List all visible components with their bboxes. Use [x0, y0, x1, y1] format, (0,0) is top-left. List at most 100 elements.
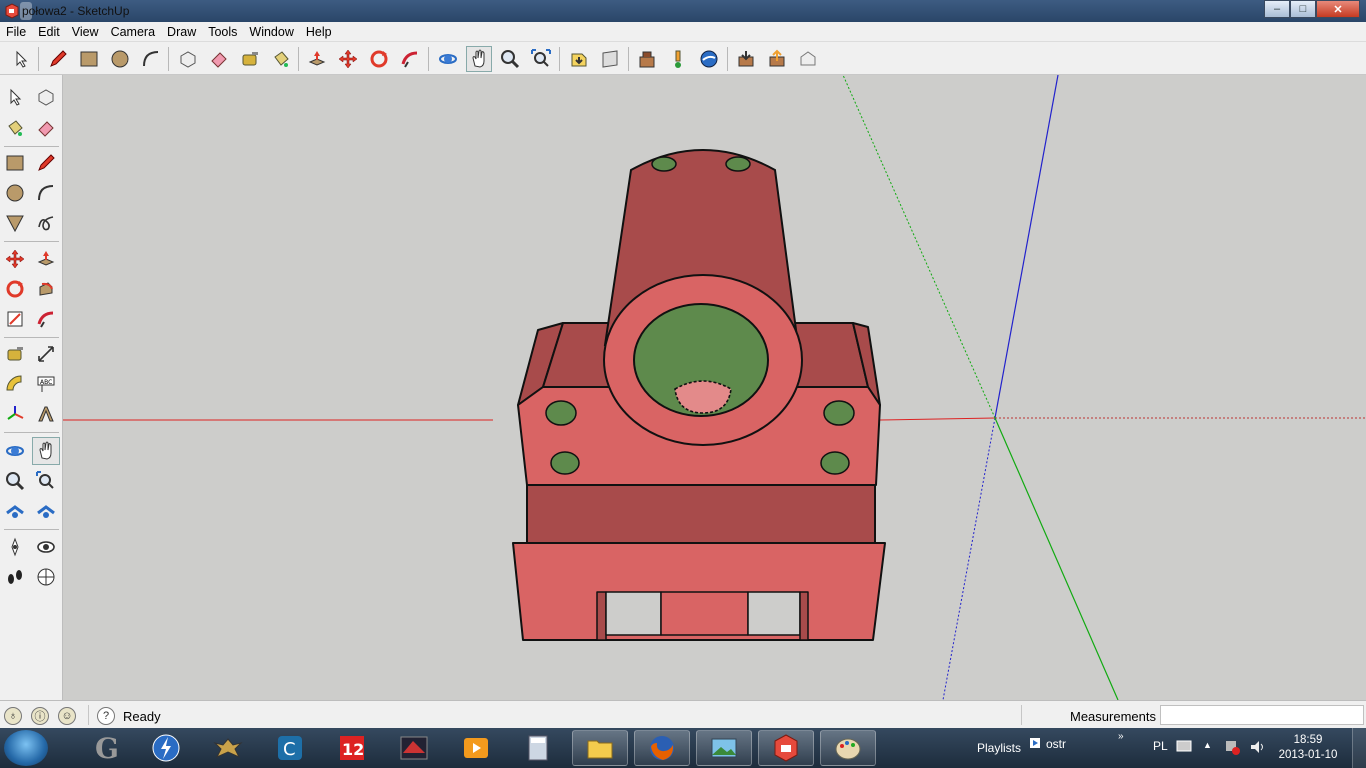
eraser-icon[interactable] — [32, 114, 60, 142]
components-icon[interactable] — [634, 46, 660, 72]
playlists-label[interactable]: Playlists — [977, 741, 1021, 755]
circle-icon[interactable] — [1, 179, 29, 207]
maximize-button[interactable]: □ — [1290, 0, 1316, 18]
menu-window[interactable]: Window — [243, 25, 299, 39]
select-icon[interactable] — [8, 46, 34, 72]
media-player-icon[interactable] — [448, 730, 504, 766]
keyboard-icon[interactable] — [1176, 740, 1192, 752]
move-icon[interactable] — [1, 245, 29, 273]
language-indicator[interactable]: PL — [1153, 739, 1168, 753]
polygon-icon[interactable] — [1, 209, 29, 237]
orbit-icon[interactable] — [1, 437, 29, 465]
winamp-icon[interactable] — [138, 730, 194, 766]
select-icon[interactable] — [1, 83, 29, 111]
rotate-icon[interactable] — [1, 275, 29, 303]
protractor-icon[interactable] — [1, 370, 29, 398]
menu-edit[interactable]: Edit — [32, 25, 66, 39]
zoom-icon[interactable] — [1, 467, 29, 495]
minimize-button[interactable]: – — [1264, 0, 1290, 18]
zoom-window-icon[interactable] — [32, 467, 60, 495]
push-pull-icon[interactable] — [32, 245, 60, 273]
scale-icon[interactable] — [1, 305, 29, 333]
volume-icon[interactable] — [1249, 739, 1265, 755]
rotate-icon[interactable] — [366, 46, 392, 72]
freehand-icon[interactable] — [32, 209, 60, 237]
paint-bucket-icon[interactable] — [1, 114, 29, 142]
ccleaner-icon[interactable]: C — [262, 730, 318, 766]
move-icon[interactable] — [335, 46, 361, 72]
push-pull-icon[interactable] — [304, 46, 330, 72]
start-button[interactable] — [4, 730, 48, 766]
arc-icon[interactable] — [32, 179, 60, 207]
game-icon[interactable] — [386, 730, 442, 766]
expand-icon[interactable]: » — [1118, 731, 1124, 742]
sketchup-icon[interactable] — [758, 730, 814, 766]
make-component-icon[interactable] — [175, 46, 201, 72]
next-view-icon[interactable] — [597, 46, 623, 72]
get-models-icon[interactable] — [733, 46, 759, 72]
eraser-icon[interactable] — [206, 46, 232, 72]
witcher-icon[interactable] — [200, 730, 256, 766]
dimension-icon[interactable] — [32, 340, 60, 368]
walk-icon[interactable] — [1, 563, 29, 591]
pencil-icon[interactable] — [45, 46, 71, 72]
geo-location-icon[interactable]: ♁ — [4, 707, 22, 725]
arc-icon[interactable] — [138, 46, 164, 72]
menu-file[interactable]: File — [0, 25, 32, 39]
section-plane-icon[interactable] — [32, 563, 60, 591]
toolbar-separator — [4, 146, 59, 147]
position-camera-icon[interactable] — [1, 533, 29, 561]
follow-me-icon[interactable] — [32, 275, 60, 303]
tape-measure-icon[interactable] — [237, 46, 263, 72]
help-icon[interactable]: ? — [97, 707, 115, 725]
tray-up-arrow-icon[interactable]: ▲ — [1203, 740, 1212, 750]
credits-icon[interactable]: ⓘ — [31, 707, 49, 725]
zoom-icon[interactable] — [497, 46, 523, 72]
add-location-icon[interactable] — [665, 46, 691, 72]
offset-icon[interactable] — [32, 305, 60, 333]
calculator-icon[interactable] — [510, 730, 566, 766]
menu-view[interactable]: View — [66, 25, 105, 39]
look-around-icon[interactable] — [32, 533, 60, 561]
previous-icon[interactable] — [32, 497, 60, 525]
zoom-extents-icon[interactable] — [528, 46, 554, 72]
rectangle-icon[interactable] — [76, 46, 102, 72]
pencil-icon[interactable] — [32, 149, 60, 177]
zoom-extents-icon[interactable] — [1, 497, 29, 525]
rectangle-icon[interactable] — [1, 149, 29, 177]
menu-help[interactable]: Help — [300, 25, 338, 39]
user-icon[interactable]: ☺ — [58, 707, 76, 725]
show-desktop-button[interactable] — [1352, 728, 1366, 768]
menu-camera[interactable]: Camera — [105, 25, 161, 39]
previous-view-icon[interactable] — [566, 46, 592, 72]
close-button[interactable]: ✕ — [1316, 0, 1360, 18]
photo-viewer-icon[interactable] — [696, 730, 752, 766]
3d-viewport[interactable] — [63, 75, 1366, 700]
hole — [545, 400, 577, 426]
tape-measure-icon[interactable] — [1, 340, 29, 368]
system-clock[interactable]: 18:59 2013-01-10 — [1278, 733, 1338, 763]
circle-icon[interactable] — [107, 46, 133, 72]
paint-icon[interactable] — [820, 730, 876, 766]
orbit-icon[interactable] — [435, 46, 461, 72]
make-component-icon[interactable] — [32, 83, 60, 111]
follow-me-icon[interactable] — [397, 46, 423, 72]
ncore-12-icon[interactable]: 12 — [324, 730, 380, 766]
gimp-icon[interactable]: G — [78, 730, 134, 766]
measurements-input[interactable] — [1160, 705, 1364, 725]
menu-draw[interactable]: Draw — [161, 25, 202, 39]
google-earth-icon[interactable] — [696, 46, 722, 72]
network-icon[interactable] — [1224, 739, 1240, 755]
share-component-icon[interactable] — [795, 46, 821, 72]
pan-icon[interactable] — [466, 46, 492, 72]
share-model-icon[interactable] — [764, 46, 790, 72]
menu-tools[interactable]: Tools — [202, 25, 243, 39]
file-explorer-icon[interactable] — [572, 730, 628, 766]
paint-bucket-icon[interactable] — [268, 46, 294, 72]
pan-icon[interactable] — [32, 437, 60, 465]
text-icon[interactable]: ABC — [32, 370, 60, 398]
3d-text-icon[interactable] — [32, 400, 60, 428]
firefox-icon[interactable] — [634, 730, 690, 766]
axes-icon[interactable] — [1, 400, 29, 428]
playlist-name[interactable]: ostr — [1046, 737, 1066, 751]
